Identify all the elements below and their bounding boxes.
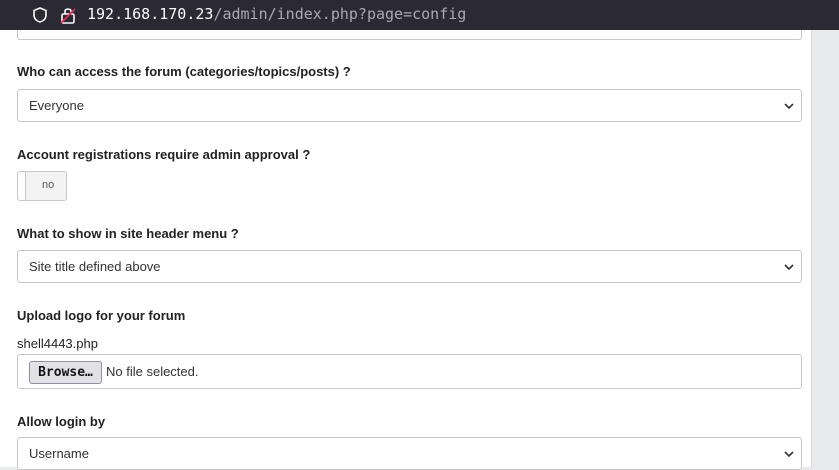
- forum-access-label: Who can access the forum (categories/top…: [17, 64, 351, 79]
- header-menu-select[interactable]: Site title defined above: [17, 250, 802, 283]
- login-by-label: Allow login by: [17, 414, 106, 429]
- file-status-text: No file selected.: [106, 364, 199, 379]
- toggle-state-text: no: [42, 179, 55, 191]
- shield-icon[interactable]: [31, 6, 49, 24]
- chevron-down-icon: [784, 451, 794, 458]
- login-by-select[interactable]: Username: [17, 437, 802, 470]
- logo-upload-label: Upload logo for your forum: [17, 308, 186, 323]
- registration-approval-label: Account registrations require admin appr…: [17, 147, 311, 162]
- url-text[interactable]: 192.168.170.23/admin/index.php?page=conf…: [87, 4, 466, 24]
- forum-access-select[interactable]: Everyone: [17, 89, 802, 122]
- lock-insecure-icon[interactable]: [59, 5, 77, 25]
- registration-approval-toggle[interactable]: no: [17, 171, 67, 201]
- chevron-down-icon: [784, 264, 794, 271]
- logo-file-input[interactable]: Browse… No file selected.: [17, 354, 802, 389]
- forum-access-value: Everyone: [29, 98, 84, 113]
- url-host: 192.168.170.23: [87, 5, 214, 23]
- header-menu-label: What to show in site header menu ?: [17, 226, 239, 241]
- previous-field-bottom: [17, 30, 802, 40]
- login-by-value: Username: [29, 446, 89, 461]
- url-path: /admin/index.php?page=config: [213, 5, 467, 23]
- toggle-knob: [18, 172, 26, 200]
- config-panel: Who can access the forum (categories/top…: [0, 30, 812, 470]
- header-menu-value: Site title defined above: [29, 259, 161, 274]
- browser-url-bar[interactable]: 192.168.170.23/admin/index.php?page=conf…: [0, 0, 839, 30]
- page-gutter: [812, 30, 839, 467]
- chevron-down-icon: [784, 103, 794, 110]
- browse-button[interactable]: Browse…: [29, 361, 102, 384]
- current-logo-filename: shell4443.php: [17, 336, 98, 351]
